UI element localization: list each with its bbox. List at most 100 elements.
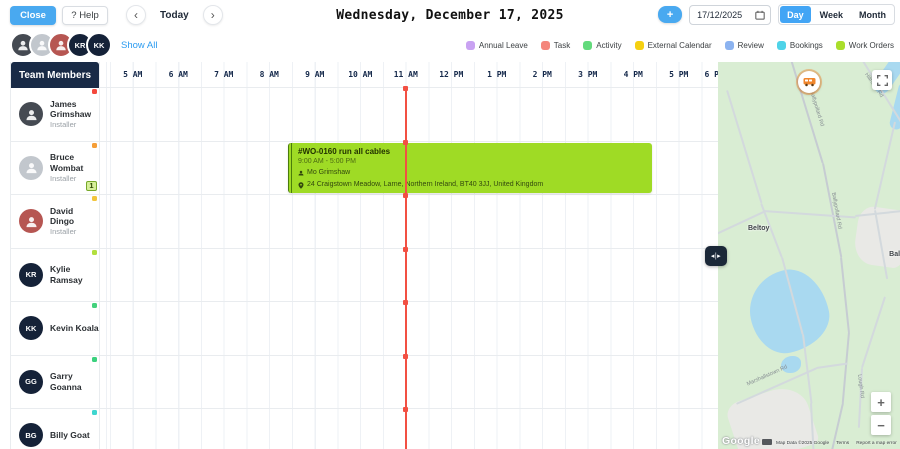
location-pin-icon [298, 182, 304, 189]
road [840, 257, 850, 333]
legend-task: Task [540, 40, 570, 50]
legend-chip [540, 40, 550, 50]
team-members-panel: Team Members James Grimshaw Installer Br… [10, 62, 100, 449]
hours-header: 5 AM 6 AM 7 AM 8 AM 9 AM 10 AM 11 AM 12 … [100, 62, 724, 88]
vehicle-marker[interactable] [798, 71, 820, 93]
status-dot [92, 89, 97, 94]
view-tab-week[interactable]: Week [812, 5, 851, 24]
event-address-line: 24 Craigstown Meadow, Larne, Northern Ir… [298, 181, 646, 189]
keyboard-shortcuts-icon[interactable] [762, 438, 772, 445]
member-avatar [19, 102, 43, 127]
current-time-line [403, 86, 409, 449]
hour-label: 5 AM [123, 70, 143, 79]
hour-label: 10 AM [348, 70, 373, 79]
timeline-row-david-dingo[interactable] [100, 195, 718, 249]
member-name: James Grimshaw [50, 98, 92, 120]
legend-chip [724, 40, 734, 50]
help-button[interactable]: ? Help [62, 5, 108, 25]
show-all-link[interactable]: Show All [121, 40, 157, 51]
avatar-kk[interactable]: KK [86, 32, 112, 58]
member-row-kevin-koala[interactable]: KK Kevin Koala [11, 302, 99, 356]
event-person-line: Mo Grimshaw [298, 169, 646, 177]
member-avatar: KK [19, 316, 43, 341]
road [726, 90, 763, 204]
member-role: Installer [50, 120, 77, 129]
timeline-row-kevin-koala[interactable] [100, 302, 718, 356]
member-row-kylie-ramsay[interactable]: KR Kylie Ramsay [11, 248, 99, 302]
google-logo[interactable]: Google [722, 435, 760, 447]
zoom-out-button[interactable]: − [871, 415, 891, 435]
job-count-badge: 1 [85, 180, 97, 191]
hour-label: 8 AM [259, 70, 279, 79]
legend-review: Review [724, 40, 764, 50]
hour-label: 2 PM [532, 70, 552, 79]
team-avatar-strip: KR KK Show All [10, 32, 157, 58]
person-icon [298, 171, 304, 176]
map-panel[interactable]: Ballypollard Rd Ballypollard Rd Hillhead… [718, 62, 900, 449]
member-row-james-grimshaw[interactable]: James Grimshaw Installer [11, 88, 99, 142]
legend-annual-leave: Annual Leave [465, 40, 528, 50]
timeline: 5 AM 6 AM 7 AM 8 AM 9 AM 10 AM 11 AM 12 … [100, 62, 724, 449]
timeline-row-billy-goat[interactable] [100, 409, 718, 449]
legend-external-calendar: External Calendar [634, 40, 712, 50]
prev-day-button[interactable]: ‹ [126, 5, 146, 25]
work-order-event[interactable]: #WO-0160 run all cables 9:00 AM - 5:00 P… [288, 143, 652, 193]
legend-chip [465, 40, 475, 50]
member-row-bruce-wombat[interactable]: Bruce Wombat Installer 1 [11, 141, 99, 195]
fullscreen-button[interactable] [872, 70, 892, 90]
member-row-garry-goanna[interactable]: GG Garry Goanna [11, 355, 99, 409]
legend-chip [583, 40, 593, 50]
zoom-in-button[interactable]: + [871, 392, 891, 412]
legend-activity: Activity [583, 40, 622, 50]
timeline-row-garry-goanna[interactable] [100, 356, 718, 409]
legend-bookings: Bookings [776, 40, 823, 50]
filter-legend-row: KR KK Show All Annual Leave Task Activit… [0, 30, 900, 60]
member-avatar [19, 209, 43, 234]
member-row-billy-goat[interactable]: BG Billy Goat [11, 409, 99, 449]
panel-resize-handle[interactable]: ◂|▸ [705, 246, 727, 266]
hour-label: 12 PM [439, 70, 464, 79]
date-picker[interactable] [689, 4, 772, 25]
hour-label: 7 AM [214, 70, 234, 79]
member-row-david-dingo[interactable]: David Dingo Installer [11, 195, 99, 249]
current-time-dot [403, 407, 409, 412]
person-icon [26, 163, 36, 174]
hour-label: 5 PM [669, 70, 689, 79]
team-members-header: Team Members [11, 62, 99, 88]
close-button[interactable]: Close [10, 5, 56, 25]
add-button[interactable]: + [658, 6, 683, 23]
date-input[interactable] [695, 8, 752, 21]
member-name: Billy Goat [50, 429, 90, 440]
top-toolbar: Close ? Help ‹ Today › Wednesday, Decemb… [0, 0, 900, 30]
next-day-button[interactable]: › [202, 5, 223, 25]
status-dot [92, 410, 97, 415]
member-name: Kevin Koala [50, 322, 99, 333]
event-address: 24 Craigstown Meadow, Larne, Northern Ir… [307, 181, 544, 189]
road [841, 331, 850, 404]
member-name: Bruce Wombat [50, 152, 84, 173]
view-tab-day[interactable]: Day [780, 6, 811, 23]
hour-label: 6 AM [168, 70, 188, 79]
view-tab-month[interactable]: Month [851, 5, 894, 24]
member-avatar: KR [19, 262, 43, 287]
member-role: Installer [50, 227, 77, 236]
status-dot [92, 196, 97, 201]
current-time-dot [403, 139, 409, 145]
member-avatar [19, 155, 43, 180]
fullscreen-icon [876, 74, 888, 86]
calendar-icon [755, 10, 765, 20]
current-time-dot [403, 246, 409, 252]
toolbar-right-cluster: + Day Week Month [658, 4, 895, 25]
terms-link[interactable]: Terms [836, 441, 849, 446]
timeline-row-kylie-ramsay[interactable] [100, 249, 718, 302]
hour-label: 4 PM [623, 70, 643, 79]
town-label-beltoy: Beltoy [748, 225, 770, 232]
van-icon [803, 78, 815, 87]
legend-chip [634, 40, 644, 50]
report-error-link[interactable]: Report a map error [856, 441, 897, 446]
person-icon [56, 40, 66, 51]
road [874, 121, 896, 210]
current-time-dot [403, 193, 409, 198]
today-button[interactable]: Today [160, 10, 189, 21]
timeline-row-james-grimshaw[interactable] [100, 88, 718, 142]
